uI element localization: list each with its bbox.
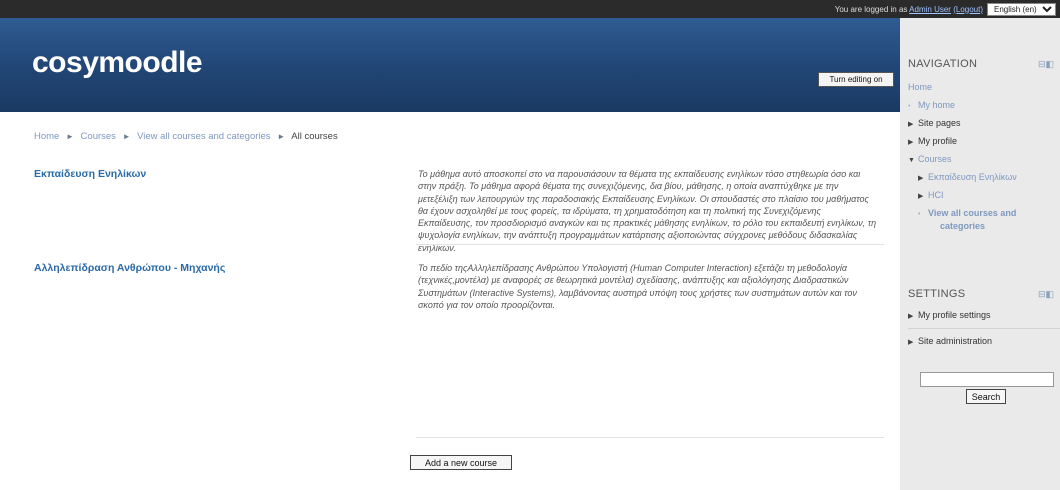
nav-course-2[interactable]: ▶ HCI — [918, 190, 944, 200]
add-course-button[interactable]: Add a new course — [410, 455, 512, 470]
course-summary: Το μάθημα αυτό αποσκοπεί στο να παρουσιά… — [418, 169, 877, 253]
nav-site-pages-label: Site pages — [918, 118, 961, 128]
course-divider — [416, 437, 884, 438]
nav-my-home-label: My home — [918, 100, 956, 110]
expand-icon: ▶ — [908, 313, 914, 320]
top-bar: You are logged in as Admin User (Logout)… — [0, 0, 1060, 18]
nav-view-all-line2[interactable]: categories — [940, 221, 985, 231]
course-name-link[interactable]: Αλληλεπίδραση Ανθρώπου - Μηχανής — [34, 262, 225, 274]
user-link[interactable]: Admin User — [909, 5, 951, 14]
nav-home[interactable]: Home — [908, 82, 932, 92]
language-select[interactable]: English (en) — [987, 2, 1056, 16]
course-item: Αλληλεπίδραση Ανθρώπου - Μηχανής Το πεδί… — [34, 262, 884, 322]
breadcrumb-separator-icon: ► — [122, 132, 131, 141]
nav-view-all-courses[interactable]: • View all courses and — [918, 208, 1016, 218]
course-name-link[interactable]: Εκπαίδευση Ενηλίκων — [34, 168, 146, 180]
breadcrumb: Home ► Courses ► View all courses and ca… — [34, 131, 338, 142]
breadcrumb-view-all[interactable]: View all courses and categories — [137, 131, 270, 142]
nav-view-all-line1: View all courses and — [928, 208, 1017, 218]
navigation-dock-icon[interactable]: ⊟◧ — [1038, 59, 1054, 70]
nav-site-pages[interactable]: ▶ Site pages — [908, 118, 961, 128]
breadcrumb-separator-icon: ► — [65, 132, 74, 141]
bullet-icon: • — [908, 103, 911, 110]
settings-block-title: SETTINGS — [908, 288, 966, 300]
page-header: cosymoodle Turn editing on — [0, 18, 900, 112]
nav-profile-settings[interactable]: ▶ My profile settings — [908, 310, 991, 320]
sidebar: NAVIGATION ⊟◧ Home • My home ▶ Site pages … — [900, 18, 1060, 490]
login-prefix: You are logged in as — [834, 4, 908, 14]
nav-courses-label: Courses — [918, 154, 952, 164]
breadcrumb-courses[interactable]: Courses — [81, 131, 116, 142]
nav-my-profile[interactable]: ▶ My profile — [908, 136, 957, 146]
search-button[interactable]: Search — [966, 389, 1006, 404]
breadcrumb-separator-icon: ► — [277, 132, 286, 141]
nav-courses[interactable]: ▼ Courses — [908, 154, 952, 164]
logout-link[interactable]: (Logout) — [953, 5, 983, 14]
course-divider — [416, 244, 884, 245]
sidebar-divider — [908, 328, 1060, 329]
bullet-icon: • — [918, 211, 921, 218]
nav-profile-settings-label: My profile settings — [918, 310, 991, 320]
nav-course-1[interactable]: ▶ Εκπαίδευση Ενηλίκων — [918, 172, 1017, 182]
nav-course-2-label: HCI — [928, 190, 944, 200]
search-input[interactable] — [920, 372, 1054, 387]
collapse-icon: ▼ — [908, 157, 915, 164]
expand-icon: ▶ — [908, 339, 914, 346]
turn-editing-button[interactable]: Turn editing on — [818, 72, 894, 87]
nav-site-admin[interactable]: ▶ Site administration — [908, 336, 992, 346]
nav-course-1-label: Εκπαίδευση Ενηλίκων — [928, 172, 1017, 182]
expand-icon: ▶ — [908, 121, 914, 128]
course-item: Εκπαίδευση Ενηλίκων Το μάθημα αυτό αποσκ… — [34, 168, 884, 253]
breadcrumb-home[interactable]: Home — [34, 131, 59, 142]
nav-my-profile-label: My profile — [918, 136, 958, 146]
navigation-block-title: NAVIGATION — [908, 58, 978, 70]
breadcrumb-current: All courses — [291, 131, 338, 142]
expand-icon: ▶ — [918, 193, 924, 200]
course-summary: Το πεδίο τηςΑλληλεπίδρασης Ανθρώπου Υπολ… — [418, 263, 857, 310]
settings-dock-icon[interactable]: ⊟◧ — [1038, 289, 1054, 300]
nav-site-admin-label: Site administration — [918, 336, 993, 346]
site-name[interactable]: cosymoodle — [32, 46, 203, 80]
nav-my-home[interactable]: • My home — [908, 100, 955, 110]
expand-icon: ▶ — [908, 139, 914, 146]
login-info: You are logged in as Admin User (Logout) — [835, 5, 983, 14]
expand-icon: ▶ — [918, 175, 924, 182]
